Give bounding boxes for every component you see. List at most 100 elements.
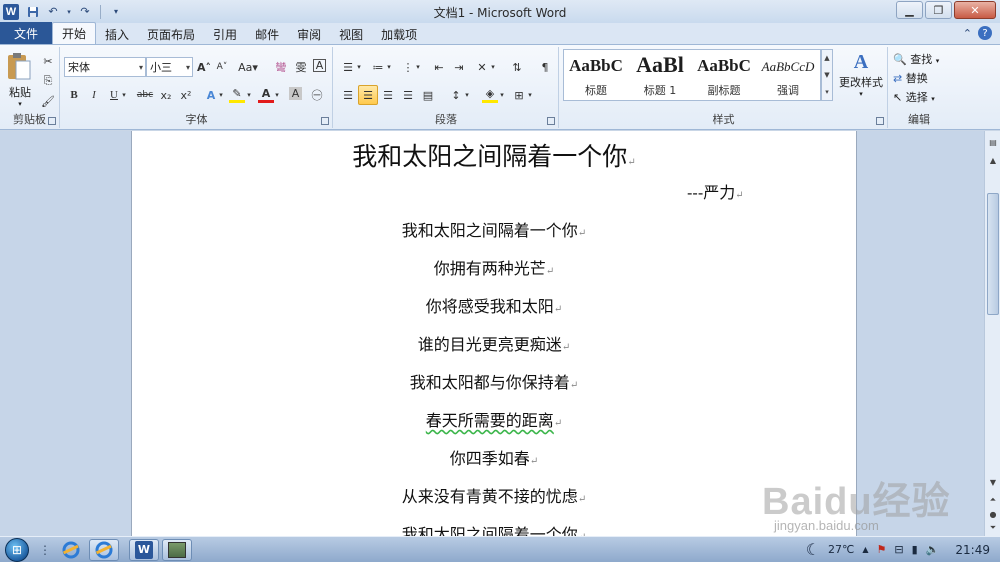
tab-mailings[interactable]: 邮件 xyxy=(246,24,288,44)
italic-icon[interactable]: I xyxy=(86,87,102,103)
chevron-down-icon[interactable]: ▾ xyxy=(463,87,471,103)
tab-file[interactable]: 文件 xyxy=(0,22,52,44)
style-subtitle[interactable]: AaBbC 副标题 xyxy=(692,50,756,100)
bullets-icon[interactable]: ☰ xyxy=(340,59,356,75)
save-icon[interactable] xyxy=(25,4,41,20)
volume-icon[interactable]: 🔈 xyxy=(926,543,940,556)
borders-icon[interactable]: ⊞ xyxy=(511,87,527,103)
select-button[interactable]: ↖ 选择 ▾ xyxy=(893,89,935,105)
customize-qat-icon[interactable]: ▾ xyxy=(108,4,124,20)
enclose-characters-icon[interactable]: ㊀ xyxy=(309,87,325,103)
chevron-down-icon[interactable]: ▾ xyxy=(385,59,393,75)
network-icon[interactable]: ⊟ xyxy=(894,543,903,556)
tab-home[interactable]: 开始 xyxy=(52,22,97,44)
clear-formatting-icon[interactable]: 彎 xyxy=(273,59,289,75)
tab-page-layout[interactable]: 页面布局 xyxy=(138,24,204,44)
styles-launcher-icon[interactable] xyxy=(876,117,884,125)
minimize-button[interactable]: ▁ xyxy=(896,1,923,19)
copy-icon[interactable]: ⎘ xyxy=(40,73,56,89)
start-button[interactable]: ⊞ xyxy=(0,537,34,562)
next-page-icon[interactable]: ⏷ xyxy=(986,521,1000,535)
change-case-icon[interactable]: Aa ▾ xyxy=(237,59,259,75)
strikethrough-icon[interactable]: abc xyxy=(135,87,155,103)
ie-icon[interactable] xyxy=(56,539,86,561)
clipboard-launcher-icon[interactable] xyxy=(48,117,56,125)
chevron-down-icon[interactable]: ▾ xyxy=(414,59,422,75)
action-center-icon[interactable]: ⚑ xyxy=(877,543,887,556)
clock[interactable]: 21:49 xyxy=(955,543,990,557)
style-heading-1[interactable]: AaBl 标题 1 xyxy=(628,50,692,100)
scroll-down-icon[interactable]: ▼ xyxy=(986,475,1000,489)
highlight-icon[interactable]: ✎ xyxy=(229,87,245,103)
chevron-down-icon[interactable]: ▾ xyxy=(217,87,225,103)
word-app-icon[interactable]: W xyxy=(3,3,19,20)
vertical-scrollbar[interactable]: ▤ ▲ ▼ ⏶ ● ⏷ xyxy=(984,131,1000,536)
character-shading-icon[interactable]: A xyxy=(289,87,302,100)
scrollbar-thumb[interactable] xyxy=(987,193,999,315)
shading-icon[interactable]: ◈ xyxy=(482,87,498,103)
tab-addins[interactable]: 加载项 xyxy=(372,24,426,44)
distributed-icon[interactable]: ▤ xyxy=(420,87,436,103)
change-styles-button[interactable]: A 更改样式 ▾ xyxy=(836,51,886,107)
chevron-down-icon[interactable]: ▼ xyxy=(824,71,829,79)
weather-moon-icon[interactable]: ☾ xyxy=(806,540,820,559)
align-center-icon[interactable]: ☰ xyxy=(358,85,378,105)
styles-gallery-scroll[interactable]: ▲ ▼ ▾ xyxy=(821,49,833,101)
style-emphasis[interactable]: AaBbCcD 强调 xyxy=(756,50,820,100)
tab-review[interactable]: 审阅 xyxy=(288,24,330,44)
sort-icon[interactable]: ⇅ xyxy=(509,59,525,75)
find-button[interactable]: 🔍 查找 ▾ xyxy=(893,51,939,67)
font-color-icon[interactable]: A xyxy=(258,87,274,103)
tab-references[interactable]: 引用 xyxy=(204,24,246,44)
justify-icon[interactable]: ☰ xyxy=(400,87,416,103)
browse-object-icon[interactable]: ● xyxy=(986,507,1000,521)
help-icon[interactable]: ? xyxy=(978,26,992,40)
restore-button[interactable]: ❐ xyxy=(925,1,952,19)
style-title[interactable]: AaBbC 标题 xyxy=(564,50,628,100)
font-launcher-icon[interactable] xyxy=(321,117,329,125)
align-left-icon[interactable]: ☰ xyxy=(340,87,356,103)
weather-temperature[interactable]: 27℃ xyxy=(828,543,854,556)
redo-icon[interactable]: ↷ xyxy=(77,4,93,20)
increase-indent-icon[interactable]: ⇥ xyxy=(451,59,467,75)
cut-icon[interactable]: ✂ xyxy=(40,53,56,69)
replace-button[interactable]: ⇄ 替换 xyxy=(893,70,928,86)
line-spacing-icon[interactable]: ↕ xyxy=(448,87,464,103)
font-name-select[interactable]: 宋体 ▾ xyxy=(64,57,146,77)
superscript-icon[interactable]: x² xyxy=(178,87,194,103)
subscript-icon[interactable]: x₂ xyxy=(158,87,174,103)
chevron-down-icon[interactable]: ▾ xyxy=(65,4,73,20)
ruler-toggle-icon[interactable]: ▤ xyxy=(986,135,1000,149)
undo-icon[interactable]: ↶ xyxy=(45,4,61,20)
paste-button[interactable]: 粘贴 ▾ xyxy=(6,51,34,108)
tab-view[interactable]: 视图 xyxy=(330,24,372,44)
numbering-icon[interactable]: ≔ xyxy=(370,59,386,75)
previous-page-icon[interactable]: ⏶ xyxy=(986,493,1000,507)
chinese-layout-icon[interactable]: ✕ xyxy=(474,59,490,75)
close-button[interactable]: ✕ xyxy=(954,1,996,19)
phonetic-guide-icon[interactable]: 雯 xyxy=(293,59,309,75)
bold-icon[interactable]: B xyxy=(66,87,82,103)
chevron-down-icon[interactable]: ▾ xyxy=(273,87,281,103)
image-icon[interactable] xyxy=(162,538,192,561)
chevron-up-icon[interactable]: ▲ xyxy=(862,545,868,554)
paragraph-launcher-icon[interactable] xyxy=(547,117,555,125)
more-icon[interactable]: ▾ xyxy=(825,88,829,96)
chevron-down-icon[interactable]: ▾ xyxy=(245,87,253,103)
grow-font-icon[interactable]: A ˄ xyxy=(196,59,212,75)
chevron-down-icon[interactable]: ▾ xyxy=(355,59,363,75)
align-right-icon[interactable]: ☰ xyxy=(380,87,396,103)
signal-icon[interactable]: ▮ xyxy=(912,543,918,556)
scroll-up-icon[interactable]: ▲ xyxy=(986,153,1000,167)
font-size-select[interactable]: 小三 ▾ xyxy=(146,57,193,77)
document-page[interactable]: 我和太阳之间隔着一个你↵ ---严力↵ 我和太阳之间隔着一个你↵ 你拥有两种光芒… xyxy=(131,131,857,536)
shrink-font-icon[interactable]: A ˅ xyxy=(214,59,230,75)
chevron-down-icon[interactable]: ▾ xyxy=(526,87,534,103)
chevron-up-icon[interactable]: ▲ xyxy=(824,54,829,62)
chevron-down-icon[interactable]: ▾ xyxy=(489,59,497,75)
format-painter-icon[interactable]: 🖌 xyxy=(40,93,56,109)
show-marks-icon[interactable]: ¶ xyxy=(537,59,553,75)
character-border-icon[interactable]: A xyxy=(313,59,326,72)
minimize-ribbon-icon[interactable]: ⌃ xyxy=(963,27,972,40)
show-desktop-icon[interactable]: ⋮ xyxy=(37,539,53,561)
